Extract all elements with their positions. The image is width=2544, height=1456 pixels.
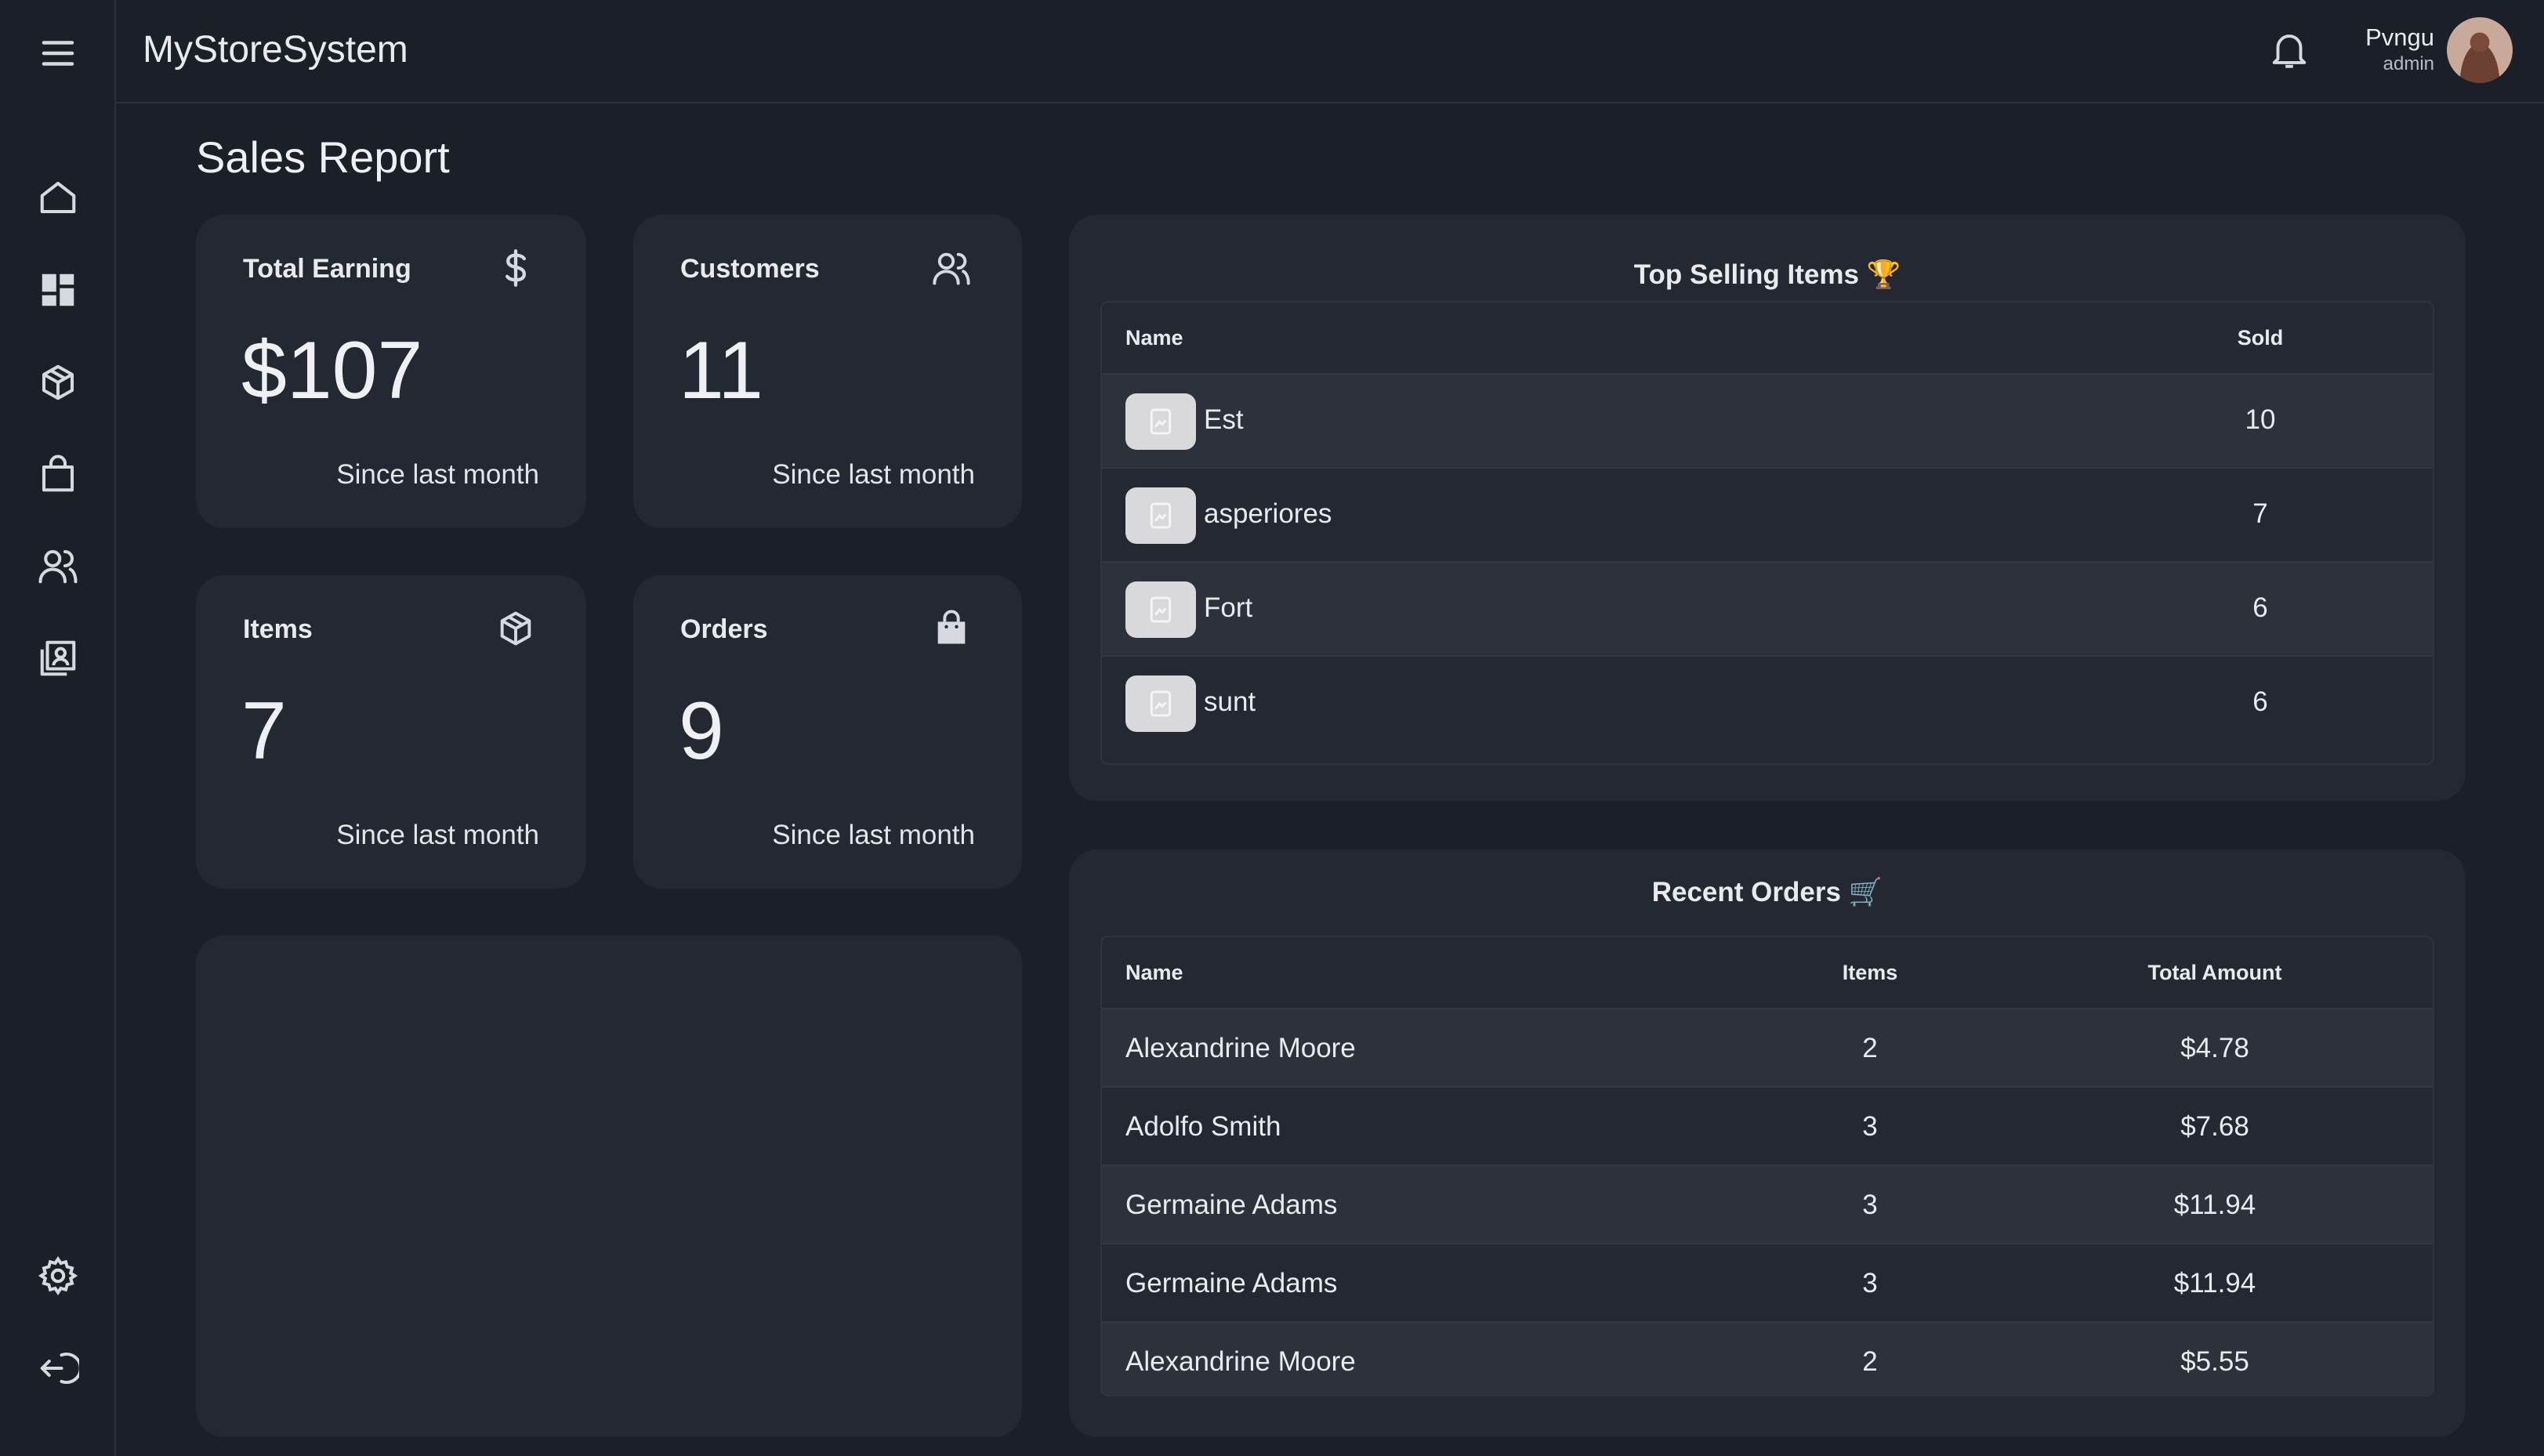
order-items: 3	[1862, 1268, 1878, 1298]
sidebar	[0, 0, 116, 1456]
order-customer-name: Germaine Adams	[1125, 1190, 1338, 1220]
item-image-placeholder-icon	[1125, 581, 1196, 638]
stat-card-total-earning: Total Earning $107 Since last month	[196, 215, 586, 528]
dashboard-grid-icon[interactable]	[34, 266, 82, 313]
users-icon[interactable]	[34, 542, 82, 589]
stat-note: Since last month	[772, 820, 975, 850]
table-row[interactable]: Fort 6	[1102, 561, 2433, 655]
column-header-name: Name	[1125, 326, 1183, 350]
order-items: 2	[1862, 1033, 1878, 1063]
stat-value: 9	[679, 686, 724, 777]
item-name: sunt	[1204, 686, 1256, 717]
panel-title: Top Selling Items 🏆	[1069, 259, 2466, 291]
item-name: Est	[1204, 404, 1244, 435]
dollar-icon	[495, 248, 539, 292]
top-bar: MyStoreSystem Pvngu admin	[116, 0, 2544, 103]
item-name: asperiores	[1204, 498, 1332, 529]
item-image-placeholder-icon	[1125, 393, 1196, 450]
table-row[interactable]: Germaine Adams 3 $11.94	[1102, 1243, 2433, 1321]
stat-label: Customers	[680, 254, 820, 284]
avatar[interactable]	[2447, 17, 2513, 83]
stat-value: 11	[679, 325, 763, 416]
logout-icon[interactable]	[34, 1345, 82, 1392]
recent-orders-title: Recent Orders	[1651, 877, 1841, 907]
contacts-book-icon[interactable]	[34, 635, 82, 682]
top-selling-table: Name Sold Est 10 asperiores 7 Fort 6 sun…	[1100, 301, 2434, 765]
order-items: 3	[1862, 1190, 1878, 1220]
table-header: Name Sold	[1102, 302, 2433, 373]
user-name: Pvngu	[2365, 24, 2434, 51]
stat-card-items: Items 7 Since last month	[196, 575, 586, 889]
order-items: 3	[1862, 1111, 1878, 1142]
item-sold: 6	[2252, 592, 2268, 623]
item-image-placeholder-icon	[1125, 487, 1196, 544]
box-icon[interactable]	[34, 359, 82, 406]
stat-value: 7	[241, 686, 287, 777]
order-total: $11.94	[2173, 1268, 2256, 1298]
order-total: $5.55	[2180, 1346, 2249, 1377]
table-row[interactable]: Alexandrine Moore 2 $5.55	[1102, 1321, 2433, 1395]
order-customer-name: Alexandrine Moore	[1125, 1033, 1356, 1063]
stat-label: Orders	[680, 614, 768, 644]
app-title: MyStoreSystem	[143, 29, 408, 71]
order-customer-name: Germaine Adams	[1125, 1268, 1338, 1298]
stat-note: Since last month	[772, 459, 975, 490]
item-sold: 6	[2252, 686, 2268, 717]
hamburger-menu-icon[interactable]	[34, 30, 82, 77]
stat-label: Total Earning	[243, 254, 411, 284]
recent-orders-table: Name Items Total Amount Alexandrine Moor…	[1100, 936, 2434, 1396]
order-customer-name: Alexandrine Moore	[1125, 1346, 1356, 1377]
order-items: 2	[1862, 1346, 1878, 1377]
table-row[interactable]: Est 10	[1102, 373, 2433, 467]
order-total: $7.68	[2180, 1111, 2249, 1142]
table-row[interactable]: Alexandrine Moore 2 $4.78	[1102, 1008, 2433, 1086]
stat-card-customers: Customers 11 Since last month	[633, 215, 1022, 528]
users-icon	[931, 248, 975, 292]
shopping-bag-icon	[931, 608, 975, 652]
column-header-items: Items	[1842, 961, 1898, 984]
table-row[interactable]: sunt 6	[1102, 655, 2433, 749]
table-row[interactable]: Adolfo Smith 3 $7.68	[1102, 1086, 2433, 1164]
order-total: $11.94	[2173, 1190, 2256, 1220]
panel-title: Recent Orders 🛒	[1069, 876, 2466, 908]
item-sold: 7	[2252, 498, 2268, 529]
stat-note: Since last month	[336, 820, 539, 850]
stat-value: $107	[241, 325, 423, 416]
stat-note: Since last month	[336, 459, 539, 490]
trophy-icon: 🏆	[1866, 259, 1901, 290]
order-total: $4.78	[2180, 1033, 2249, 1063]
column-header-total: Total Amount	[2147, 961, 2282, 984]
gear-icon[interactable]	[34, 1252, 82, 1299]
box-icon	[495, 608, 539, 652]
column-header-name: Name	[1125, 961, 1183, 984]
cart-icon: 🛒	[1848, 877, 1883, 907]
stat-label: Items	[243, 614, 313, 644]
table-row[interactable]: asperiores 7	[1102, 467, 2433, 561]
order-customer-name: Adolfo Smith	[1125, 1111, 1281, 1142]
table-header: Name Items Total Amount	[1102, 937, 2433, 1008]
stat-card-orders: Orders 9 Since last month	[633, 575, 1022, 889]
column-header-sold: Sold	[2237, 326, 2284, 350]
user-role: admin	[2383, 53, 2434, 74]
page-title: Sales Report	[196, 132, 450, 182]
item-sold: 10	[2245, 404, 2276, 435]
item-image-placeholder-icon	[1125, 675, 1196, 732]
recent-orders-panel: Recent Orders 🛒 Name Items Total Amount …	[1069, 849, 2466, 1437]
shopping-bag-icon[interactable]	[34, 451, 82, 498]
top-selling-title: Top Selling Items	[1633, 259, 1859, 290]
empty-chart-panel	[196, 936, 1022, 1437]
home-icon[interactable]	[34, 174, 82, 221]
item-name: Fort	[1204, 592, 1253, 623]
table-row[interactable]: Germaine Adams 3 $11.94	[1102, 1164, 2433, 1243]
notification-bell-icon[interactable]	[2267, 27, 2317, 77]
top-selling-panel: Top Selling Items 🏆 Name Sold Est 10 asp…	[1069, 215, 2466, 801]
